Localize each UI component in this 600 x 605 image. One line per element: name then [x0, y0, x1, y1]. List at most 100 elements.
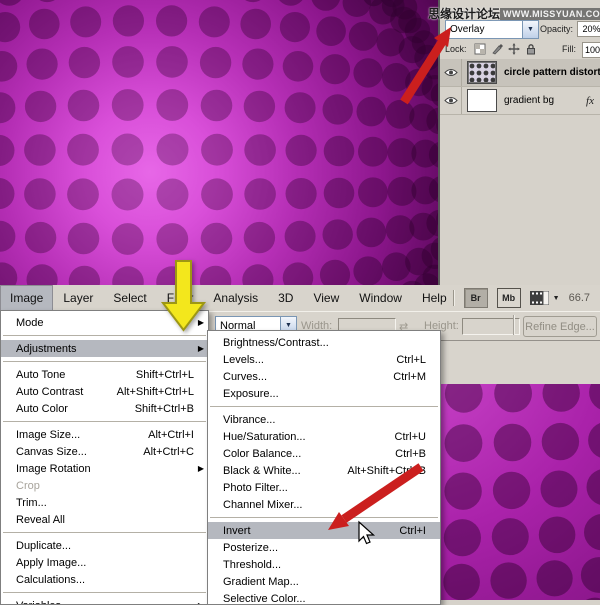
- menubar-right-cluster: Br Mb ▼ 66.7: [453, 285, 600, 311]
- menubar-item-filter[interactable]: Filter: [157, 285, 204, 311]
- menu-item-vibrance[interactable]: Vibrance...: [208, 411, 440, 428]
- lock-all-icon[interactable]: [525, 43, 537, 55]
- menu-item-shortcut: Alt+Ctrl+I: [148, 429, 194, 441]
- menu-item-label: Color Balance...: [223, 448, 381, 460]
- menu-item-mode[interactable]: Mode▶: [1, 314, 208, 331]
- menu-item-adjustments[interactable]: Adjustments▶: [1, 340, 208, 357]
- opacity-label: Opacity:: [540, 24, 573, 34]
- menu-item-shortcut: Ctrl+U: [395, 431, 426, 443]
- layer-thumbnail[interactable]: [467, 89, 497, 112]
- menubar-item-view[interactable]: View: [303, 285, 349, 311]
- menu-item-reveal-all[interactable]: Reveal All: [1, 511, 208, 528]
- menu-item-gradient-map[interactable]: Gradient Map...: [208, 573, 440, 590]
- menu-item-shortcut: Alt+Shift+Ctrl+B: [347, 465, 426, 477]
- menu-item-shortcut: Ctrl+B: [395, 448, 426, 460]
- menu-item-apply-image[interactable]: Apply Image...: [1, 554, 208, 571]
- menu-item-label: Threshold...: [223, 559, 412, 571]
- menu-separator: [3, 592, 206, 593]
- submenu-arrow-icon: ▶: [194, 464, 204, 473]
- menu-item-label: Levels...: [223, 354, 382, 366]
- menu-item-shortcut: Shift+Ctrl+L: [136, 369, 194, 381]
- menu-item-label: Brightness/Contrast...: [223, 337, 412, 349]
- document-canvas-sphere[interactable]: [0, 0, 438, 285]
- document-canvas-bottom[interactable]: [439, 384, 600, 600]
- filmstrip-icon[interactable]: ▼: [530, 291, 560, 305]
- menu-item-label: Auto Tone: [16, 369, 122, 381]
- menubar-item-select[interactable]: Select: [103, 285, 156, 311]
- eye-visibility-icon[interactable]: [440, 87, 462, 114]
- menu-item-channel-mixer[interactable]: Channel Mixer...: [208, 496, 440, 513]
- menu-item-label: Black & White...: [223, 465, 333, 477]
- menubar-item-analysis[interactable]: Analysis: [203, 285, 268, 311]
- menu-item-invert[interactable]: InvertCtrl+I: [208, 522, 440, 539]
- menu-item-shortcut: Ctrl+L: [396, 354, 426, 366]
- zoom-level: 66.7: [569, 292, 590, 304]
- menu-item-label: Curves...: [223, 371, 379, 383]
- layer-row-gradient-bg[interactable]: gradient bgfx: [440, 87, 600, 115]
- menu-item-levels[interactable]: Levels... Ctrl+L: [208, 351, 440, 368]
- menubar-item-help[interactable]: Help: [412, 285, 457, 311]
- menu-item-label: Vibrance...: [223, 414, 412, 426]
- menu-item-auto-tone[interactable]: Auto Tone Shift+Ctrl+L: [1, 366, 208, 383]
- menu-item-image-size[interactable]: Image Size...Alt+Ctrl+I: [1, 426, 208, 443]
- menu-item-auto-color[interactable]: Auto ColorShift+Ctrl+B: [1, 400, 208, 417]
- menubar-item-image[interactable]: Image: [0, 285, 53, 311]
- menu-item-label: Auto Color: [16, 403, 121, 415]
- transparency-lock-icon[interactable]: [474, 43, 486, 55]
- menu-bar: ImageLayerSelectFilterAnalysis3DViewWind…: [0, 285, 600, 312]
- menubar-item-window[interactable]: Window: [349, 285, 412, 311]
- menu-item-label: Posterize...: [223, 542, 412, 554]
- menu-item-posterize[interactable]: Posterize...: [208, 539, 440, 556]
- refine-edge-button[interactable]: Refine Edge...: [523, 316, 597, 337]
- menu-item-label: Canvas Size...: [16, 446, 129, 458]
- menu-item-trim[interactable]: Trim...: [1, 494, 208, 511]
- menu-item-curves[interactable]: Curves...Ctrl+M: [208, 368, 440, 385]
- chevron-down-icon[interactable]: ▼: [553, 295, 560, 302]
- menu-item-label: Crop: [16, 480, 180, 492]
- fx-icon[interactable]: fx: [586, 95, 594, 107]
- watermark: 思缘设计论坛 WWW.MISSYUAN.COM: [428, 5, 600, 22]
- menu-item-variables[interactable]: Variables▶: [1, 597, 208, 605]
- watermark-cn-text: 思缘设计论坛: [428, 5, 500, 22]
- height-input[interactable]: [462, 318, 520, 335]
- blend-mode-row: Overlay ▼ Opacity: 20% ▶: [440, 20, 600, 38]
- menu-item-label: Calculations...: [16, 574, 180, 586]
- menu-item-hue-saturation[interactable]: Hue/Saturation... Ctrl+U: [208, 428, 440, 445]
- menubar-item-3d[interactable]: 3D: [268, 285, 303, 311]
- menu-item-label: Hue/Saturation...: [223, 431, 381, 443]
- menu-item-exposure[interactable]: Exposure...: [208, 385, 440, 402]
- opacity-value[interactable]: 20%: [577, 21, 600, 37]
- menu-item-label: Gradient Map...: [223, 576, 412, 588]
- layer-thumbnail[interactable]: [467, 61, 497, 84]
- menu-item-image-rotation[interactable]: Image Rotation▶: [1, 460, 208, 477]
- menu-item-label: Duplicate...: [16, 540, 180, 552]
- menu-item-threshold[interactable]: Threshold...: [208, 556, 440, 573]
- menu-item-duplicate[interactable]: Duplicate...: [1, 537, 208, 554]
- minibridge-button[interactable]: Mb: [497, 288, 521, 308]
- menu-item-label: Invert: [223, 525, 385, 537]
- blend-mode-dropdown[interactable]: Overlay ▼: [445, 20, 539, 39]
- menu-item-selective-color[interactable]: Selective Color...: [208, 590, 440, 605]
- chevron-down-icon[interactable]: ▼: [522, 21, 538, 38]
- eye-visibility-icon[interactable]: [440, 59, 462, 86]
- fill-value[interactable]: 100%: [582, 42, 600, 58]
- image-menu: Mode▶Adjustments▶Auto ToneShift+Ctrl+LAu…: [0, 310, 209, 605]
- watermark-en-text: WWW.MISSYUAN.COM: [500, 8, 600, 20]
- menu-item-label: Mode: [16, 317, 180, 329]
- menubar-items: ImageLayerSelectFilterAnalysis3DViewWind…: [0, 285, 457, 311]
- menubar-item-layer[interactable]: Layer: [53, 285, 103, 311]
- menu-item-label: Variables: [16, 600, 180, 605]
- menu-item-label: Apply Image...: [16, 557, 180, 569]
- menu-item-auto-contrast[interactable]: Auto ContrastAlt+Shift+Ctrl+L: [1, 383, 208, 400]
- layer-row-circle-pattern-distort[interactable]: circle pattern distort: [440, 59, 600, 87]
- move-lock-icon[interactable]: [508, 43, 520, 55]
- paint-lock-icon[interactable]: [491, 43, 503, 55]
- menu-item-photo-filter[interactable]: Photo Filter...: [208, 479, 440, 496]
- menu-separator: [3, 532, 206, 533]
- menu-item-color-balance[interactable]: Color Balance... Ctrl+B: [208, 445, 440, 462]
- menu-item-black-white[interactable]: Black & White... Alt+Shift+Ctrl+B: [208, 462, 440, 479]
- menu-item-brightness-contrast[interactable]: Brightness/Contrast...: [208, 334, 440, 351]
- menu-item-canvas-size[interactable]: Canvas Size...Alt+Ctrl+C: [1, 443, 208, 460]
- bridge-button[interactable]: Br: [464, 288, 488, 308]
- menu-item-calculations[interactable]: Calculations...: [1, 571, 208, 588]
